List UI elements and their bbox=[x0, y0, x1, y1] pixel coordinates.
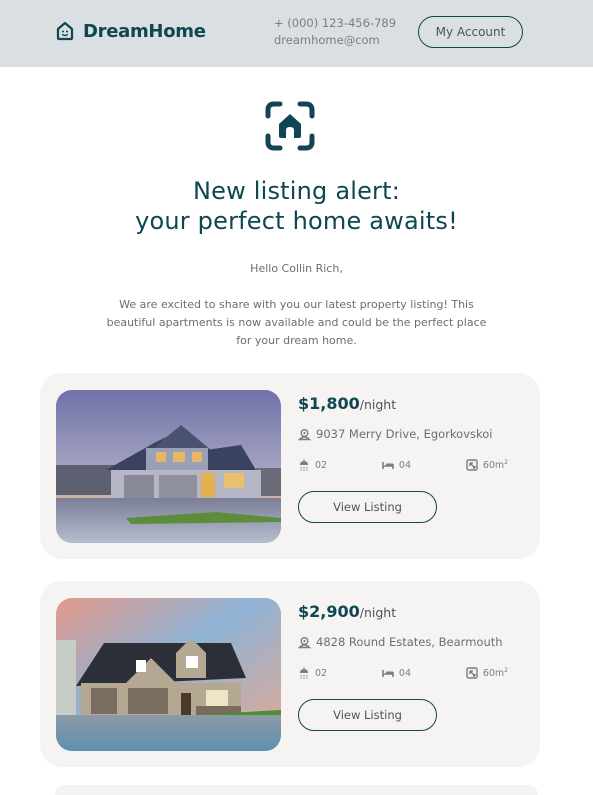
area-unit-sup: 2 bbox=[504, 459, 508, 466]
title-line-2: your perfect home awaits! bbox=[135, 207, 458, 235]
listing-photo[interactable] bbox=[56, 598, 281, 751]
shower-icon bbox=[300, 667, 308, 679]
title-line-1: New listing alert: bbox=[192, 177, 401, 205]
my-account-button[interactable]: My Account bbox=[418, 16, 523, 48]
bathrooms-count: 02 bbox=[315, 667, 328, 679]
price-period: /night bbox=[359, 605, 397, 620]
listing-card: $1,800/night 9037 Merry Drive, Egorkovsk… bbox=[40, 373, 540, 559]
email-address[interactable]: dreamhome@com bbox=[274, 32, 396, 49]
area-value: 60m2 bbox=[483, 459, 508, 471]
greeting-text: Hello Collin Rich, bbox=[250, 262, 343, 275]
view-listing-button[interactable]: View Listing bbox=[298, 491, 437, 523]
price-amount: $1,800 bbox=[298, 394, 360, 413]
address-text: 4828 Round Estates, Bearmouth bbox=[316, 635, 503, 649]
bedrooms: 04 bbox=[382, 459, 411, 471]
price: $1,800/night bbox=[298, 394, 396, 413]
bed-icon bbox=[382, 462, 394, 470]
bedrooms-count: 04 bbox=[398, 459, 411, 471]
bathrooms-count: 02 bbox=[315, 459, 328, 471]
location-pin-icon bbox=[298, 428, 311, 440]
listing-photo[interactable] bbox=[56, 390, 281, 543]
listing-features: 02 04 60m2 bbox=[298, 667, 508, 679]
phone-number[interactable]: + (000) 123-456-789 bbox=[274, 15, 396, 32]
area-number: 60m bbox=[482, 668, 505, 680]
area: 60m2 bbox=[466, 459, 508, 471]
area-expand-icon bbox=[466, 459, 478, 471]
contact-info: + (000) 123-456-789 dreamhome@com bbox=[274, 15, 396, 49]
price: $2,900/night bbox=[298, 602, 396, 621]
brand-name: DreamHome bbox=[83, 20, 206, 42]
listing-card: $2,900/night 4828 Round Estates, Bearmou… bbox=[40, 581, 540, 767]
bedrooms-count: 04 bbox=[398, 667, 411, 679]
address-text: 9037 Merry Drive, Egorkovskoi bbox=[316, 427, 493, 441]
email-header: DreamHome + (000) 123-456-789 dreamhome@… bbox=[0, 0, 593, 67]
bed-icon bbox=[382, 670, 394, 678]
page-title: New listing alert: your perfect home awa… bbox=[0, 176, 593, 236]
view-listing-button[interactable]: View Listing bbox=[298, 699, 437, 731]
bathrooms: 02 bbox=[298, 459, 327, 471]
house-scan-icon bbox=[265, 101, 315, 151]
house-smile-icon bbox=[56, 21, 74, 41]
house-photo-dusk bbox=[56, 390, 281, 543]
price-period: /night bbox=[359, 397, 397, 412]
listing-features: 02 04 60m2 bbox=[298, 459, 508, 471]
area-unit-sup: 2 bbox=[504, 667, 508, 674]
house-photo-sunset bbox=[56, 598, 281, 751]
intro-text: We are excited to share with you our lat… bbox=[106, 298, 487, 347]
area: 60m2 bbox=[466, 667, 508, 679]
bedrooms: 04 bbox=[382, 667, 411, 679]
location-pin-icon bbox=[298, 636, 311, 648]
brand-logo[interactable]: DreamHome bbox=[55, 20, 206, 42]
area-expand-icon bbox=[466, 667, 478, 679]
listing-address: 9037 Merry Drive, Egorkovskoi bbox=[298, 427, 493, 441]
shower-icon bbox=[300, 459, 308, 471]
bathrooms: 02 bbox=[298, 667, 327, 679]
area-number: 60m bbox=[482, 460, 505, 472]
listing-address: 4828 Round Estates, Bearmouth bbox=[298, 635, 503, 649]
area-value: 60m2 bbox=[483, 667, 508, 679]
price-amount: $2,900 bbox=[298, 602, 360, 621]
